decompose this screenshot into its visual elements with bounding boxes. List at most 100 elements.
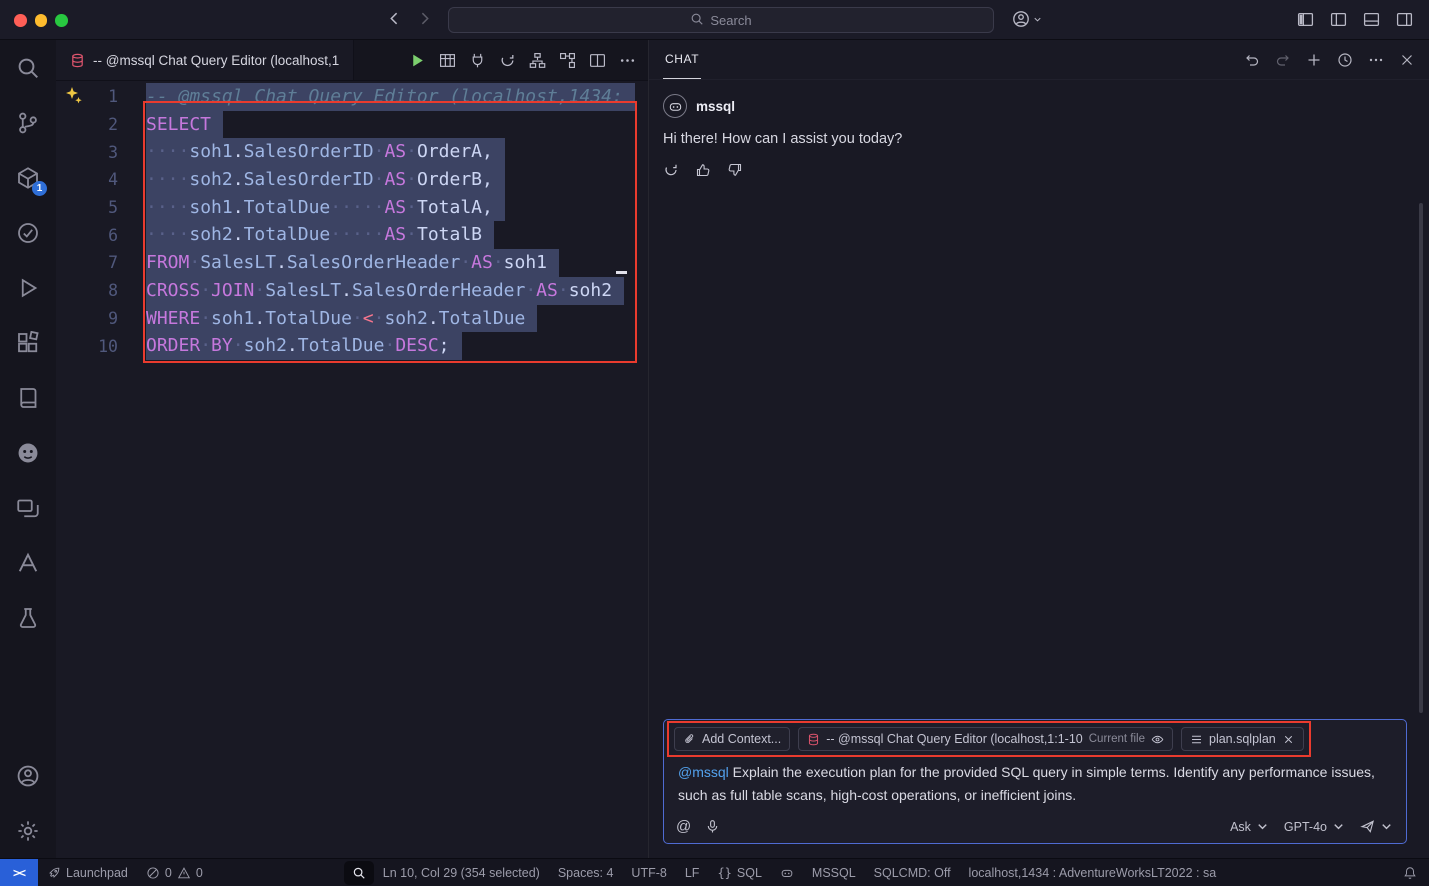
minimize-window-button[interactable] (35, 14, 48, 27)
paperclip-icon (683, 733, 696, 746)
chat-input-field[interactable]: @mssql Explain the execution plan for th… (674, 751, 1396, 810)
new-chat-icon[interactable] (1306, 52, 1322, 68)
sidebar-item-search[interactable] (0, 40, 56, 95)
model-label: GPT-4o (1284, 820, 1327, 834)
toggle-sidebar-icon[interactable] (1330, 11, 1347, 28)
mode-selector[interactable]: Ask (1230, 819, 1270, 834)
zoom-window-button[interactable] (55, 14, 68, 27)
search-icon (690, 12, 704, 29)
results-grid-icon[interactable] (439, 52, 456, 69)
launchpad-label: Launchpad (66, 866, 128, 880)
context-chip-file[interactable]: -- @mssql Chat Query Editor (localhost,1… (798, 727, 1173, 751)
eol-setting[interactable]: LF (676, 859, 709, 886)
mssql-status[interactable]: MSSQL (803, 859, 865, 886)
remote-indicator[interactable]: >< (0, 859, 38, 886)
remove-context-icon[interactable] (1282, 733, 1295, 746)
chat-messages: mssql Hi there! How can I assist you tod… (649, 80, 1429, 708)
status-bar: >< Launchpad 0 0 Ln 10, Col 29 (354 sele… (0, 858, 1429, 886)
model-selector[interactable]: GPT-4o (1284, 819, 1346, 834)
activity-bar: 1 (0, 40, 56, 858)
code-editor[interactable]: 1-- @mssql Chat Query Editor (localhost,… (56, 81, 648, 858)
add-context-label: Add Context... (702, 732, 781, 746)
run-query-button[interactable] (409, 52, 426, 69)
sidebar-item-extensions[interactable] (0, 315, 56, 370)
assistant-name: mssql (696, 99, 735, 114)
launchpad-button[interactable]: Launchpad (38, 859, 137, 886)
sqlcmd-status[interactable]: SQLCMD: Off (865, 859, 960, 886)
command-center-search[interactable]: Search (448, 7, 994, 33)
layout-controls (1297, 11, 1413, 28)
send-button[interactable] (1360, 819, 1394, 834)
editor-tab-label: -- @mssql Chat Query Editor (localhost,1 (93, 53, 339, 68)
editor-tab[interactable]: -- @mssql Chat Query Editor (localhost,1 (56, 40, 354, 80)
search-badge[interactable] (344, 861, 374, 885)
sidebar-item-settings[interactable] (0, 803, 56, 858)
split-editor-icon[interactable] (589, 52, 606, 69)
sidebar-item-notebooks[interactable] (0, 370, 56, 425)
customize-layout-icon[interactable] (1297, 11, 1314, 28)
code-line: 8CROSS·JOIN·SalesLT.SalesOrderHeader·AS·… (56, 277, 648, 305)
sidebar-item-remote-screens[interactable] (0, 480, 56, 535)
sidebar-item-accounts[interactable] (0, 748, 56, 803)
close-window-button[interactable] (14, 14, 27, 27)
chat-scrollbar[interactable] (1419, 203, 1423, 713)
cursor-position-label: Ln 10, Col 29 (354 selected) (383, 866, 540, 880)
more-actions-button[interactable] (619, 52, 636, 69)
sidebar-item-remote-explorer[interactable]: 1 (0, 150, 56, 205)
indentation-setting[interactable]: Spaces: 4 (549, 859, 623, 886)
encoding-setting[interactable]: UTF-8 (622, 859, 675, 886)
sidebar-item-github[interactable] (0, 425, 56, 480)
mention-button[interactable]: @ (676, 818, 691, 835)
message-actions (663, 162, 1415, 178)
chat-input-area: Add Context... -- @mssql Chat Query Edit… (663, 719, 1407, 844)
go-forward-icon[interactable] (416, 10, 433, 32)
regenerate-icon[interactable] (663, 162, 679, 178)
connect-icon[interactable] (469, 52, 486, 69)
go-back-icon[interactable] (386, 10, 403, 32)
chat-input-toolbar: @ Ask GPT-4o (674, 810, 1396, 835)
chevron-down-icon (1255, 819, 1270, 834)
workbench: 1 (0, 40, 1429, 858)
sidebar-item-source-control[interactable] (0, 95, 56, 150)
eye-icon[interactable] (1151, 733, 1164, 746)
sidebar-item-run-debug[interactable] (0, 260, 56, 315)
warning-count: 0 (196, 866, 203, 880)
warning-icon (177, 866, 191, 880)
redo-icon[interactable] (1275, 52, 1291, 68)
flask-icon (16, 606, 40, 630)
context-chip-plan[interactable]: plan.sqlplan (1181, 727, 1304, 751)
connection-status[interactable]: localhost,1434 : AdventureWorksLT2022 : … (960, 859, 1226, 886)
add-context-button[interactable]: Add Context... (674, 727, 790, 751)
chevron-down-icon (1379, 819, 1394, 834)
sidebar-item-testing[interactable] (0, 205, 56, 260)
sidebar-item-database-projects[interactable] (0, 590, 56, 645)
eol-label: LF (685, 866, 700, 880)
schema-designer-icon[interactable] (529, 52, 546, 69)
problems-indicator[interactable]: 0 0 (137, 859, 212, 886)
notifications-bell[interactable] (1394, 859, 1429, 886)
code-line: 7FROM·SalesLT.SalesOrderHeader·AS·soh1 (56, 249, 648, 277)
chat-input-container[interactable]: Add Context... -- @mssql Chat Query Edit… (663, 719, 1407, 844)
toggle-panel-icon[interactable] (1363, 11, 1380, 28)
more-icon[interactable] (1368, 52, 1384, 68)
thumbs-up-icon[interactable] (695, 162, 711, 178)
toggle-secondary-sidebar-icon[interactable] (1396, 11, 1413, 28)
history-icon[interactable] (1337, 52, 1353, 68)
thumbs-down-icon[interactable] (727, 162, 743, 178)
sidebar-item-azure[interactable] (0, 535, 56, 590)
tab-chat[interactable]: CHAT (663, 40, 701, 79)
braces-icon: {} (717, 866, 731, 880)
query-plan-icon[interactable] (559, 52, 576, 69)
change-connection-icon[interactable] (499, 52, 516, 69)
undo-icon[interactable] (1244, 52, 1260, 68)
code-line: 6····soh2.TotalDue·····AS·TotalB (56, 221, 648, 249)
extensions-icon (16, 331, 40, 355)
language-mode[interactable]: {} SQL (708, 859, 770, 886)
close-icon[interactable] (1399, 52, 1415, 68)
microphone-icon[interactable] (705, 819, 720, 834)
error-count: 0 (165, 866, 172, 880)
code-line: 1-- @mssql Chat Query Editor (localhost,… (56, 83, 648, 111)
copilot-status[interactable] (771, 859, 803, 886)
cursor-position[interactable]: Ln 10, Col 29 (354 selected) (374, 859, 549, 886)
accounts-menu[interactable] (1012, 10, 1043, 28)
